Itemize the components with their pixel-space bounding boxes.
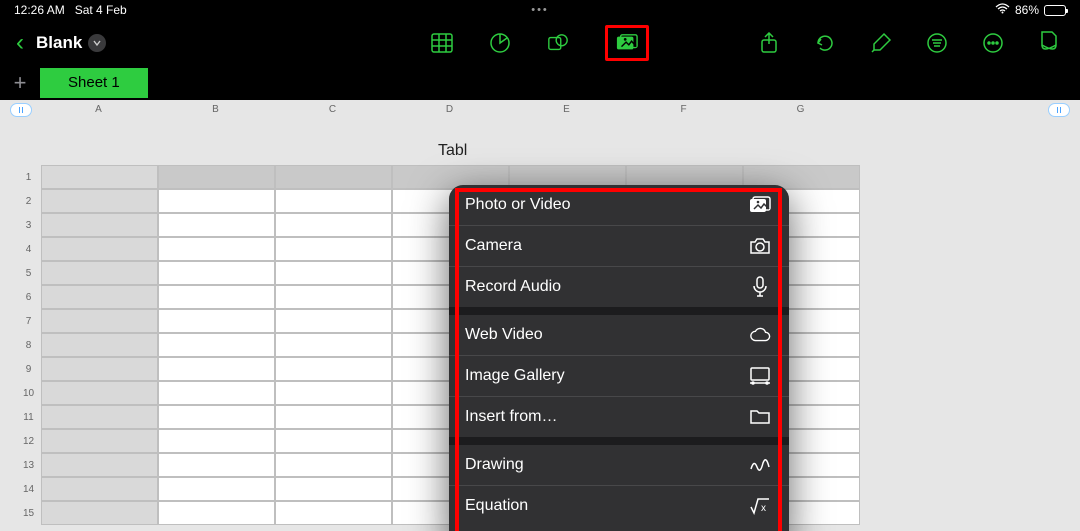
undo-icon[interactable]: [814, 32, 836, 54]
sheet-tabs-bar: + Sheet 1: [0, 65, 1080, 100]
row-header[interactable]: 12: [16, 429, 41, 453]
status-bar: 12:26 AM Sat 4 Feb ••• 86%: [0, 0, 1080, 20]
row-header[interactable]: 14: [16, 477, 41, 501]
row-header[interactable]: 6: [16, 285, 41, 309]
row-header[interactable]: 7: [16, 309, 41, 333]
row-header[interactable]: 2: [16, 189, 41, 213]
menu-image-gallery[interactable]: Image Gallery: [449, 356, 789, 397]
row-headers[interactable]: 1 2 3 4 5 6 7 8 9 10 11 12 13 14 15: [16, 165, 41, 525]
col-header[interactable]: B: [157, 104, 274, 122]
menu-label: Camera: [465, 237, 522, 255]
row-header[interactable]: 4: [16, 237, 41, 261]
wifi-icon: [995, 3, 1010, 17]
camera-icon: [749, 236, 771, 256]
insert-media-highlight: [605, 25, 649, 61]
organize-icon[interactable]: [926, 32, 948, 54]
menu-label: Drawing: [465, 456, 524, 474]
add-sheet-button[interactable]: +: [0, 70, 40, 96]
col-header[interactable]: E: [508, 104, 625, 122]
row-header[interactable]: 3: [16, 213, 41, 237]
col-header[interactable]: F: [625, 104, 742, 122]
menu-record-audio[interactable]: Record Audio: [449, 267, 789, 307]
svg-text:x: x: [761, 503, 766, 514]
menu-insert-from[interactable]: Insert from…: [449, 397, 789, 437]
row-header[interactable]: 11: [16, 405, 41, 429]
insert-chart-icon[interactable]: [489, 32, 511, 54]
row-header[interactable]: 1: [16, 165, 41, 189]
menu-web-video[interactable]: Web Video: [449, 315, 789, 356]
insert-media-popover: Photo or Video Camera Record Audio Web V…: [449, 185, 789, 531]
menu-photo-or-video[interactable]: Photo or Video: [449, 185, 789, 226]
col-header[interactable]: G: [742, 104, 859, 122]
menu-label: Record Audio: [465, 278, 561, 296]
format-brush-icon[interactable]: [870, 32, 892, 54]
cloud-icon: [749, 325, 771, 345]
row-header[interactable]: 13: [16, 453, 41, 477]
scribble-icon: [749, 455, 771, 475]
row-header[interactable]: 8: [16, 333, 41, 357]
status-date: Sat 4 Feb: [75, 3, 127, 17]
sqrt-icon: x: [749, 496, 771, 516]
insert-media-icon[interactable]: [616, 32, 638, 54]
row-header[interactable]: 5: [16, 261, 41, 285]
menu-drawing[interactable]: Drawing: [449, 445, 789, 486]
multitask-dots[interactable]: •••: [531, 4, 549, 16]
col-header[interactable]: A: [40, 104, 157, 122]
column-headers[interactable]: A B C D E F G: [40, 104, 1072, 122]
insert-shape-icon[interactable]: [547, 32, 569, 54]
document-title[interactable]: Blank: [36, 33, 82, 53]
mic-icon: [749, 277, 771, 297]
main-toolbar: ‹ Blank: [0, 20, 1080, 65]
gallery-icon: [749, 366, 771, 386]
photo-icon: [749, 195, 771, 215]
insert-table-icon[interactable]: [431, 32, 453, 54]
row-header[interactable]: 9: [16, 357, 41, 381]
spreadsheet-canvas[interactable]: A B C D E F G Tabl 1 2 3 4 5 6 7 8 9 10 …: [0, 100, 1080, 531]
col-header[interactable]: D: [391, 104, 508, 122]
back-button[interactable]: ‹: [10, 29, 30, 57]
menu-label: Web Video: [465, 326, 543, 344]
menu-label: Insert from…: [465, 408, 557, 426]
table-title[interactable]: Tabl: [438, 142, 467, 160]
row-header[interactable]: 15: [16, 501, 41, 525]
folder-icon: [749, 407, 771, 427]
menu-label: Image Gallery: [465, 367, 565, 385]
col-header[interactable]: C: [274, 104, 391, 122]
menu-equation[interactable]: Equation x: [449, 486, 789, 526]
battery-pct: 86%: [1015, 3, 1039, 17]
menu-camera[interactable]: Camera: [449, 226, 789, 267]
menu-label: Equation: [465, 497, 528, 515]
menu-label: Photo or Video: [465, 196, 571, 214]
battery-icon: [1044, 5, 1066, 16]
title-dropdown[interactable]: [88, 34, 106, 52]
status-time: 12:26 AM: [14, 3, 65, 17]
share-icon[interactable]: [758, 32, 780, 54]
sheet-tab-1[interactable]: Sheet 1: [40, 68, 148, 98]
row-header[interactable]: 10: [16, 381, 41, 405]
more-icon[interactable]: [982, 32, 1004, 54]
new-sheet-icon[interactable]: [1038, 32, 1060, 54]
